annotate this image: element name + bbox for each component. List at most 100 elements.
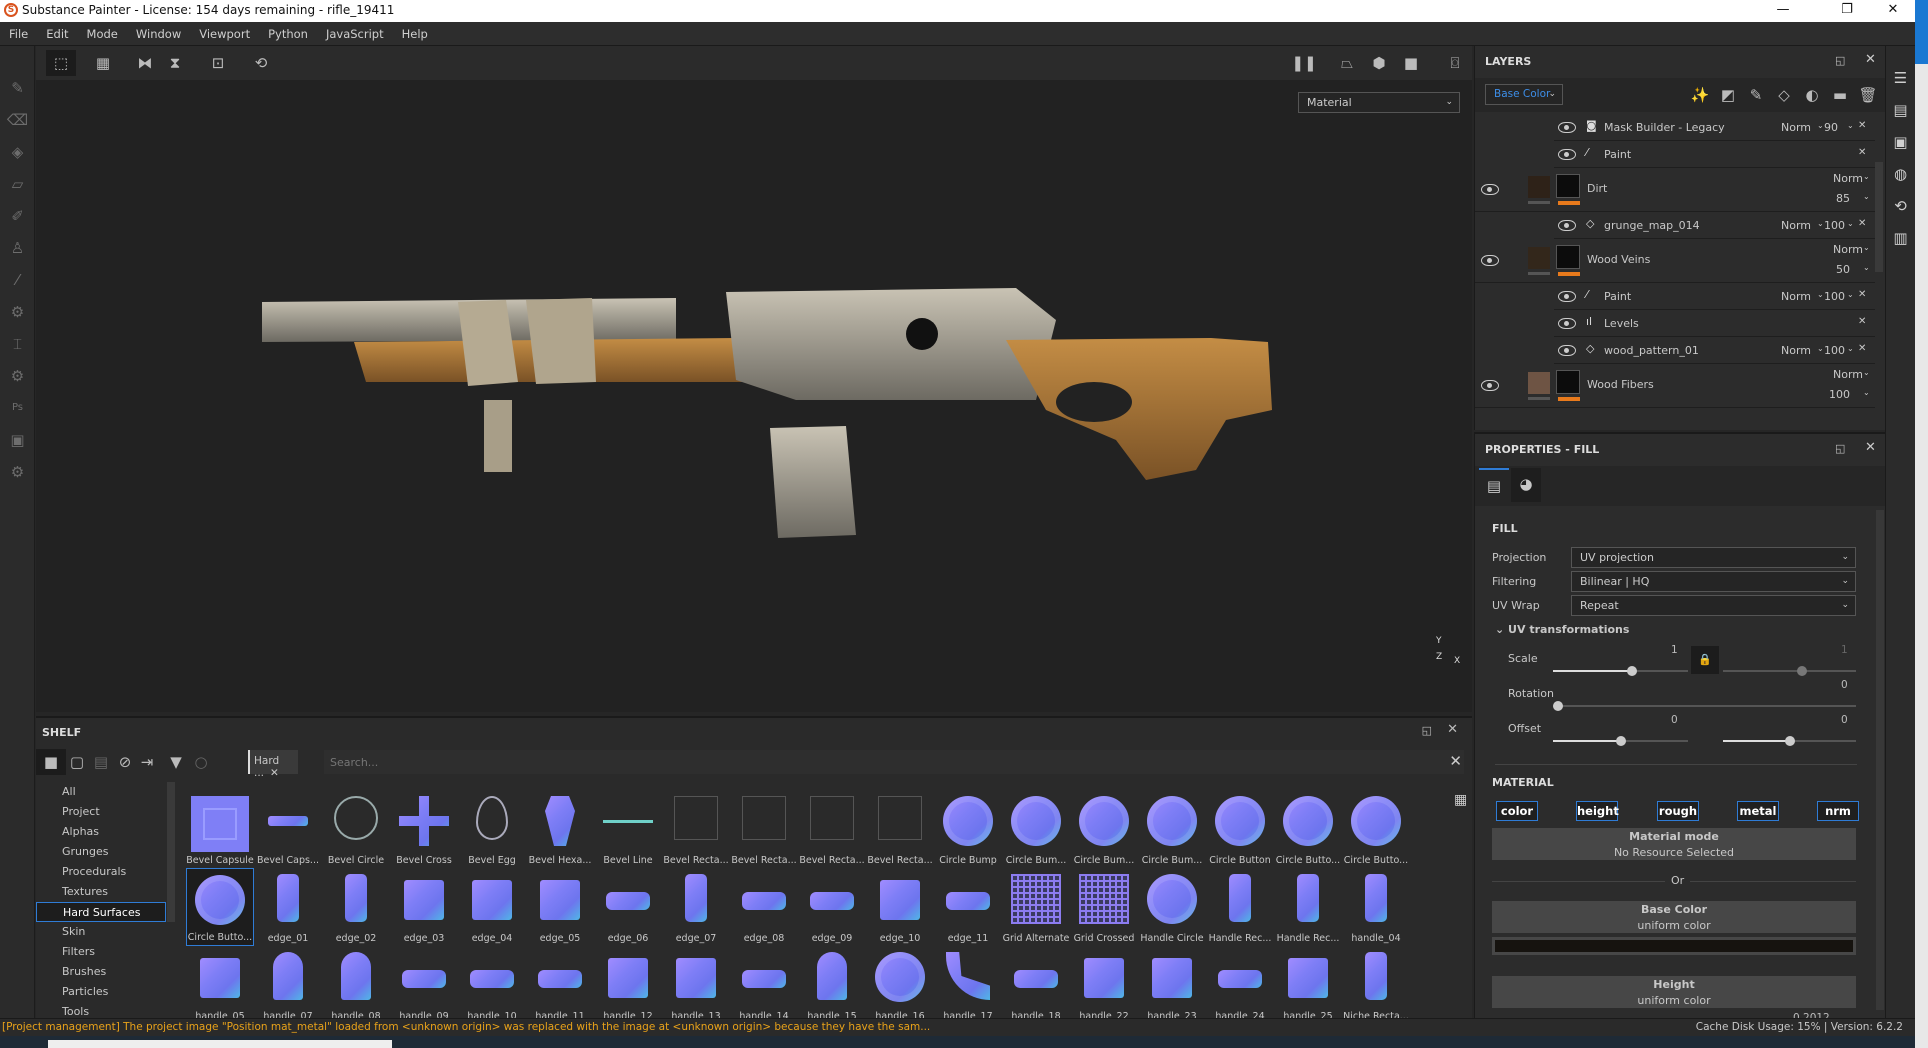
visibility-eye-icon[interactable]	[1558, 345, 1576, 356]
category-all[interactable]: All	[36, 782, 166, 802]
layer-name[interactable]: Wood Fibers	[1587, 378, 1654, 391]
category-alphas[interactable]: Alphas	[36, 822, 166, 842]
shelf-item[interactable]: Bevel Recta...	[798, 790, 866, 868]
projection-tool-icon[interactable]: ◈	[0, 136, 35, 168]
screenshot-icon[interactable]: ⌼	[1440, 50, 1470, 76]
measure-tool-icon[interactable]: ⌶	[0, 328, 35, 360]
visibility-eye-icon[interactable]	[1558, 291, 1576, 302]
layer-name[interactable]: Dirt	[1587, 182, 1607, 195]
effect-row[interactable]: ◇ grunge_map_014 Norm ⌄ 100 ⌄ ✕	[1554, 212, 1875, 239]
category-particles[interactable]: Particles	[36, 982, 166, 1002]
mask-thumbnail[interactable]	[1556, 370, 1580, 394]
selection-mode-icon[interactable]: ⬚	[46, 50, 76, 76]
shelf-item[interactable]: Grid Alternate	[1002, 868, 1070, 946]
add-smart-material-icon[interactable]: ◐	[1797, 82, 1827, 108]
refresh-icon[interactable]: ○	[186, 749, 216, 775]
layer-row[interactable]: Dirt Norm ⌄ 85 ⌄	[1475, 168, 1875, 212]
shelf-item[interactable]: handle_10	[458, 946, 526, 1020]
reset-view-icon[interactable]: ⟲	[246, 50, 276, 76]
shelf-item[interactable]: Circle Butto...	[186, 868, 254, 946]
taskbar-item[interactable]	[48, 1040, 392, 1048]
minimize-button[interactable]: —	[1760, 0, 1806, 22]
category-filters[interactable]: Filters	[36, 942, 166, 962]
base-color-slot[interactable]: Base Color uniform color	[1492, 901, 1856, 933]
offset-u-slider[interactable]	[1553, 736, 1688, 746]
view-mode-icon[interactable]: ▦	[1454, 792, 1467, 808]
shelf-item[interactable]: handle_23	[1138, 946, 1206, 1020]
menu-mode[interactable]: Mode	[78, 22, 127, 46]
remove-effect-icon[interactable]: ✕	[1858, 343, 1866, 354]
shelf-item[interactable]: Bevel Line	[594, 790, 662, 868]
category-skin[interactable]: Skin	[36, 922, 166, 942]
menu-python[interactable]: Python	[259, 22, 317, 46]
effect-row[interactable]: ⁄ Paint ✕	[1554, 141, 1875, 168]
shelf-item[interactable]: edge_02	[322, 868, 390, 946]
close-icon[interactable]: ✕	[1447, 722, 1458, 737]
settings-tool-icon[interactable]: ⚙	[0, 360, 35, 392]
offset-u-value[interactable]: 0	[1671, 714, 1678, 726]
shelf-item[interactable]: Circle Bum...	[1138, 790, 1206, 868]
shelf-item[interactable]: Handle Rec...	[1206, 868, 1274, 946]
log-icon[interactable]: ▥	[1886, 222, 1915, 254]
layer-row[interactable]: Wood Veins Norm ⌄ 50 ⌄	[1475, 239, 1875, 283]
shelf-item[interactable]: handle_18	[1002, 946, 1070, 1020]
mask-thumbnail[interactable]	[1556, 174, 1580, 198]
category-grunges[interactable]: Grunges	[36, 842, 166, 862]
offset-v-value[interactable]: 0	[1841, 714, 1848, 726]
shelf-item[interactable]: Circle Button	[1206, 790, 1274, 868]
opacity-value[interactable]: 100	[1824, 344, 1845, 357]
shelf-item[interactable]: edge_10	[866, 868, 934, 946]
effect-row[interactable]: ıl Levels ✕	[1554, 310, 1875, 337]
shelf-item[interactable]: Bevel Recta...	[730, 790, 798, 868]
shelf-item[interactable]: edge_01	[254, 868, 322, 946]
maximize-button[interactable]: ❐	[1824, 0, 1870, 22]
properties-scrollbar[interactable]	[1876, 510, 1884, 1010]
shelf-item[interactable]: handle_11	[526, 946, 594, 1020]
add-mask-icon[interactable]: ◩	[1713, 82, 1743, 108]
shelf-item[interactable]: edge_08	[730, 868, 798, 946]
shelf-item[interactable]: handle_13	[662, 946, 730, 1020]
smudge-tool-icon[interactable]: ✐	[0, 200, 35, 232]
blend-mode-select[interactable]: Norm	[1781, 219, 1811, 232]
remove-effect-icon[interactable]: ✕	[1858, 289, 1866, 300]
filter-chip[interactable]: Hard ... ✕	[248, 750, 298, 779]
menu-edit[interactable]: Edit	[37, 22, 77, 46]
grid-mode-icon[interactable]: ▦	[88, 50, 118, 76]
shelf-item[interactable]: edge_04	[458, 868, 526, 946]
channel-metal-button[interactable]: metal	[1737, 801, 1779, 821]
menu-file[interactable]: File	[0, 22, 37, 46]
3d-viewport[interactable]: Material ⌄ Y Z X	[36, 80, 1472, 712]
shelf-item[interactable]: edge_03	[390, 868, 458, 946]
visibility-eye-icon[interactable]	[1558, 149, 1576, 160]
shelf-item[interactable]: handle_24	[1206, 946, 1274, 1020]
perspective-icon[interactable]: ⏢	[1332, 50, 1362, 76]
clone-tool-icon[interactable]: ♙	[0, 232, 35, 264]
visibility-eye-icon[interactable]	[1558, 220, 1576, 231]
history-icon[interactable]: ⟲	[1886, 190, 1915, 222]
paint-brush-tool-icon[interactable]: ✎	[0, 72, 35, 104]
plugin-icon[interactable]: ⚙	[0, 456, 35, 488]
shelf-item[interactable]: Handle Rec...	[1274, 868, 1342, 946]
shelf-item[interactable]: Bevel Recta...	[662, 790, 730, 868]
import-icon[interactable]: ⇥	[132, 749, 162, 775]
delete-icon[interactable]: 🗑	[1853, 82, 1883, 108]
rotation-value[interactable]: 0	[1841, 679, 1848, 691]
effect-row[interactable]: ◙ Mask Builder - Legacy Norm ⌄ 90 ⌄ ✕	[1554, 114, 1875, 141]
shelf-item[interactable]: Circle Bum...	[1002, 790, 1070, 868]
remove-effect-icon[interactable]: ✕	[1858, 218, 1866, 229]
mirror-y-icon[interactable]: ⧗	[160, 50, 190, 76]
camera-icon[interactable]: ■	[1396, 50, 1426, 76]
visibility-eye-icon[interactable]	[1481, 255, 1499, 266]
shelf-item[interactable]: Bevel Egg	[458, 790, 526, 868]
shelf-item[interactable]: Bevel Hexa...	[526, 790, 594, 868]
blend-mode-select[interactable]: Norm	[1833, 172, 1863, 185]
layer-name[interactable]: Wood Veins	[1587, 253, 1650, 266]
opacity-value[interactable]: 90	[1824, 121, 1838, 134]
category-procedurals[interactable]: Procedurals	[36, 862, 166, 882]
add-effect-icon[interactable]: ✨	[1685, 82, 1715, 108]
shelf-item[interactable]: Circle Bum...	[1070, 790, 1138, 868]
layers-scrollbar[interactable]	[1875, 162, 1883, 272]
channel-color-button[interactable]: color	[1496, 801, 1538, 821]
layer-row[interactable]: Wood Fibers Norm ⌄ 100 ⌄	[1475, 364, 1875, 408]
channel-rough-button[interactable]: rough	[1657, 801, 1699, 821]
